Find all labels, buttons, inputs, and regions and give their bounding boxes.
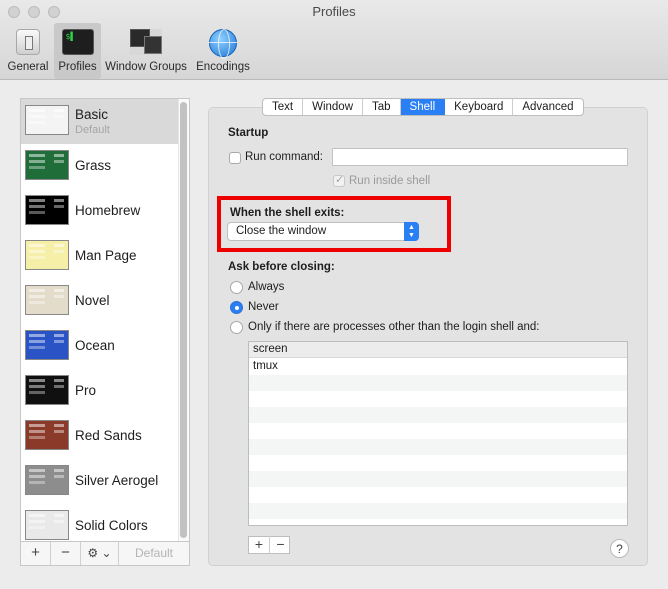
toolbar-window-groups-label: Window Groups xyxy=(105,61,187,73)
toolbar-general-label: General xyxy=(7,61,49,73)
profile-thumbnail xyxy=(25,150,69,180)
profile-item-solid-colors[interactable]: Solid Colors xyxy=(21,504,179,541)
empty-row xyxy=(249,455,627,471)
profile-thumbnail xyxy=(25,420,69,450)
window-title: Profiles xyxy=(312,4,356,19)
run-inside-shell-checkbox[interactable] xyxy=(333,173,345,187)
remove-process-button[interactable]: − xyxy=(270,536,291,554)
profiles-list[interactable]: Basic Default Grass Homebrew Man Page No… xyxy=(20,98,190,542)
profile-thumbnail xyxy=(25,240,69,270)
profile-item-homebrew[interactable]: Homebrew xyxy=(21,189,179,234)
profile-thumbnail xyxy=(25,195,69,225)
profiles-scrollbar[interactable] xyxy=(178,99,189,541)
toolbar-general-button[interactable]: General xyxy=(5,23,51,79)
empty-row xyxy=(249,407,627,423)
profile-name: Silver Aerogel xyxy=(75,473,159,488)
empty-row xyxy=(249,439,627,455)
empty-row xyxy=(249,391,627,407)
toolbar-profiles-label: Profiles xyxy=(58,61,97,73)
tab-keyboard[interactable]: Keyboard xyxy=(445,99,514,115)
general-switch-icon xyxy=(16,29,40,55)
profile-name: Novel xyxy=(75,293,110,308)
process-row[interactable]: screen xyxy=(249,342,627,358)
tab-advanced[interactable]: Advanced xyxy=(513,99,582,115)
empty-row xyxy=(249,471,627,487)
empty-row xyxy=(249,375,627,391)
profile-default-tag: Default xyxy=(75,124,110,136)
toolbar-window-groups-button[interactable]: Window Groups xyxy=(103,23,189,79)
highlight-box xyxy=(217,196,451,252)
add-process-button[interactable]: + xyxy=(249,536,270,554)
toolbar-encodings-label: Encodings xyxy=(196,61,250,73)
empty-row xyxy=(249,487,627,503)
toolbar-profiles-button[interactable]: $▌ Profiles xyxy=(54,23,101,79)
title-bar: Profiles General $▌ Profiles Window Grou… xyxy=(0,0,668,80)
process-list-buttons: + − xyxy=(248,536,290,554)
tab-tab[interactable]: Tab xyxy=(363,99,401,115)
ask-never-label: Never xyxy=(248,301,279,313)
profile-item-grass[interactable]: Grass xyxy=(21,144,179,189)
run-command-checkbox[interactable] xyxy=(229,152,241,164)
profile-thumbnail xyxy=(25,465,69,495)
globe-icon xyxy=(209,29,237,59)
tab-window[interactable]: Window xyxy=(303,99,363,115)
empty-row xyxy=(249,423,627,439)
profile-name: Ocean xyxy=(75,338,115,353)
profile-name: Man Page xyxy=(75,248,137,263)
profile-name: Basic xyxy=(75,107,109,122)
remove-profile-button[interactable]: − xyxy=(51,542,81,565)
profile-item-silver-aerogel[interactable]: Silver Aerogel xyxy=(21,459,179,504)
run-command-label: Run command: xyxy=(245,151,323,163)
profile-thumbnail xyxy=(25,285,69,315)
profile-item-novel[interactable]: Novel xyxy=(21,279,179,324)
terminal-icon: $▌ xyxy=(61,29,94,55)
profile-item-man-page[interactable]: Man Page xyxy=(21,234,179,279)
profile-item-red-sands[interactable]: Red Sands xyxy=(21,414,179,459)
profile-item-pro[interactable]: Pro xyxy=(21,369,179,414)
ask-never-radio[interactable] xyxy=(230,301,243,314)
empty-row xyxy=(249,503,627,519)
help-button[interactable]: ? xyxy=(610,539,629,558)
profile-thumbnail xyxy=(25,510,69,540)
process-name: tmux xyxy=(253,360,278,372)
ask-processes-radio[interactable] xyxy=(230,321,243,334)
profile-name: Pro xyxy=(75,383,97,398)
profile-name: Solid Colors xyxy=(75,518,148,533)
run-inside-shell-label: Run inside shell xyxy=(349,175,431,187)
profile-item-ocean[interactable]: Ocean xyxy=(21,324,179,369)
tab-text[interactable]: Text xyxy=(263,99,304,115)
settings-tabs: Text Window Tab Shell Keyboard Advanced xyxy=(262,98,584,116)
gear-menu-button[interactable]: ⚙︎ ⌄ xyxy=(81,542,119,565)
ask-always-radio[interactable] xyxy=(230,281,243,294)
process-name: screen xyxy=(253,343,288,355)
window-thumb-front xyxy=(144,36,162,54)
set-default-button[interactable]: Default xyxy=(119,542,189,565)
window-groups-icon xyxy=(130,29,162,55)
profile-thumbnail xyxy=(25,375,69,405)
add-profile-button[interactable]: + xyxy=(21,542,51,565)
profiles-scroll-thumb[interactable] xyxy=(180,102,187,538)
toolbar-encodings-button[interactable]: Encodings xyxy=(193,23,253,79)
ask-processes-label: Only if there are processes other than t… xyxy=(248,321,540,333)
run-command-input[interactable] xyxy=(332,148,628,166)
profile-item-basic[interactable]: Basic Default xyxy=(21,99,179,144)
process-list[interactable]: screen tmux xyxy=(248,341,628,526)
profiles-list-toolbar: + − ⚙︎ ⌄ Default xyxy=(20,542,190,566)
tab-shell[interactable]: Shell xyxy=(400,99,446,115)
profile-name: Red Sands xyxy=(75,428,142,443)
ask-heading: Ask before closing: xyxy=(228,261,335,273)
process-row[interactable]: tmux xyxy=(249,359,627,375)
profile-thumbnail xyxy=(25,105,69,135)
profile-thumbnail xyxy=(25,330,69,360)
ask-always-label: Always xyxy=(248,281,285,293)
profile-name: Grass xyxy=(75,158,112,173)
startup-heading: Startup xyxy=(228,127,269,139)
profile-name: Homebrew xyxy=(75,203,141,218)
terminal-prompt-glyph: $▌ xyxy=(65,32,76,41)
